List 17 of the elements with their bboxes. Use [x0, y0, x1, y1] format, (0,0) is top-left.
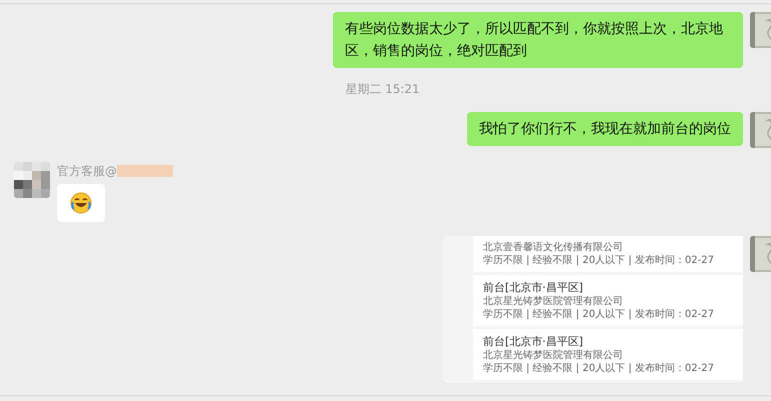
company-name: 北京星光铸梦医院管理有限公司: [483, 295, 624, 308]
company-name: 北京星光铸梦医院管理有限公司: [483, 349, 624, 362]
job-title: 前台[北京市·昌平区]: [483, 334, 584, 350]
message-bubble: 有些岗位数据太少了，所以匹配不到，你就按照上次，北京地区，销售的岗位，绝对匹配到: [333, 12, 743, 68]
job-details: 学历不限 | 经验不限 | 20人以下 | 发布时间：02-27: [483, 308, 715, 322]
job-card[interactable]: 前台[北京市·昌平区] 北京星光铸梦医院管理有限公司 学历不限 | 经验不限 | 20人以下 | 发布时间：02-27: [473, 329, 743, 380]
job-details: 学历不限 | 经验不限 | 20人以下 | 发布时间：02-27: [483, 362, 715, 376]
redaction-mark: [117, 165, 173, 177]
job-card[interactable]: 前台[北京市·昌平区] 北京星光铸梦医院管理有限公司 学历不限 | 经验不限 | 20人以下 | 发布时间：02-27: [473, 275, 743, 326]
sender-name: 官方客服@: [57, 163, 117, 180]
crying-laughing-emoji-icon: [70, 192, 92, 214]
job-details: 学历不限 | 经验不限 | 20人以下 | 发布时间：02-27: [483, 254, 715, 268]
message-bubble: 我怕了你们行不，我现在就加前台的岗位: [467, 112, 743, 146]
job-card[interactable]: 北京壹香馨语文化传播有限公司 学历不限 | 经验不限 | 20人以下 | 发布时间：02-27: [473, 236, 743, 272]
company-name: 北京壹香馨语文化传播有限公司: [483, 241, 624, 254]
timestamp: 星期二 15:21: [345, 82, 420, 96]
job-title: 前台[北京市·昌平区]: [483, 280, 584, 296]
